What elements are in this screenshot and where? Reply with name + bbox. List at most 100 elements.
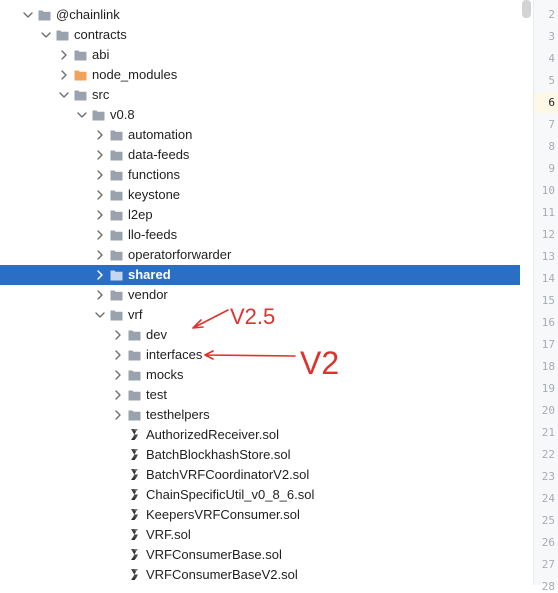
- line-number: 4: [548, 52, 555, 65]
- tree-folder-row[interactable]: vendor: [0, 285, 520, 305]
- chevron-right-icon[interactable]: [112, 389, 124, 401]
- line-number: 20: [541, 404, 555, 417]
- line-number: 13: [541, 250, 555, 263]
- chevron-down-icon[interactable]: [58, 89, 70, 101]
- line-number: 24: [541, 492, 555, 505]
- tree-folder-row[interactable]: v0.8: [0, 105, 520, 125]
- chevron-right-icon[interactable]: [94, 229, 106, 241]
- chevron-down-icon[interactable]: [22, 9, 34, 21]
- chevron-down-icon[interactable]: [40, 29, 52, 41]
- tree-file-row[interactable]: BatchBlockhashStore.sol: [0, 445, 520, 465]
- solidity-file-icon: [128, 548, 141, 560]
- tree-file-row[interactable]: VRFConsumerBaseV2.sol: [0, 565, 520, 585]
- folder-icon: [74, 49, 87, 61]
- chevron-down-icon[interactable]: [94, 309, 106, 321]
- tree-folder-row[interactable]: testhelpers: [0, 405, 520, 425]
- tree-file-row[interactable]: BatchVRFCoordinatorV2.sol: [0, 465, 520, 485]
- project-tree[interactable]: @chainlink contracts abi node_modulessrc v0.…: [0, 0, 520, 585]
- tree-folder-row[interactable]: interfaces: [0, 345, 520, 365]
- tree-folder-row[interactable]: node_modules: [0, 65, 520, 85]
- line-number: 2: [548, 8, 555, 21]
- tree-folder-row[interactable]: src: [0, 85, 520, 105]
- folder-icon: [92, 109, 105, 121]
- tree-folder-row[interactable]: llo-feeds: [0, 225, 520, 245]
- tree-item-label: node_modules: [92, 67, 178, 82]
- chevron-right-icon[interactable]: [112, 409, 124, 421]
- tree-folder-row[interactable]: keystone: [0, 185, 520, 205]
- vertical-scrollbar-thumb[interactable]: [522, 0, 531, 18]
- tree-folder-row[interactable]: functions: [0, 165, 520, 185]
- folder-icon: [110, 249, 123, 261]
- line-number: 5: [548, 74, 555, 87]
- tree-folder-row[interactable]: automation: [0, 125, 520, 145]
- tree-file-row[interactable]: VRF.sol: [0, 525, 520, 545]
- tree-item-label: llo-feeds: [128, 227, 178, 242]
- tree-item-label: test: [146, 387, 167, 402]
- tree-item-label: testhelpers: [146, 407, 210, 422]
- line-number: 28: [541, 580, 555, 593]
- folder-icon: [128, 369, 141, 381]
- tree-item-label: interfaces: [146, 347, 203, 362]
- tree-item-label: l2ep: [128, 207, 153, 222]
- tree-folder-row[interactable]: operatorforwarder: [0, 245, 520, 265]
- folder-icon: [110, 289, 123, 301]
- chevron-right-icon[interactable]: [112, 329, 124, 341]
- tree-item-label: BatchBlockhashStore.sol: [146, 447, 291, 462]
- tree-item-label: abi: [92, 47, 110, 62]
- tree-item-label: ChainSpecificUtil_v0_8_6.sol: [146, 487, 315, 502]
- chevron-right-icon[interactable]: [94, 189, 106, 201]
- chevron-right-icon[interactable]: [94, 269, 106, 281]
- folder-icon: [74, 89, 87, 101]
- tree-folder-row[interactable]: data-feeds: [0, 145, 520, 165]
- editor-line-gutter: 2 3 4 5 6 7 8 9 10 11 12 13 14 15 16 17 18 19 20 21 22 23 24 25…: [533, 0, 558, 593]
- chevron-right-icon[interactable]: [94, 129, 106, 141]
- chevron-right-icon[interactable]: [58, 69, 70, 81]
- annotation-label: V2: [300, 345, 340, 381]
- tree-folder-row[interactable]: l2ep: [0, 205, 520, 225]
- line-number: 21: [541, 426, 555, 439]
- line-number: 11: [541, 206, 555, 219]
- solidity-file-icon: [128, 448, 141, 460]
- tree-item-label: AuthorizedReceiver.sol: [146, 427, 279, 442]
- cutoff-row-fragment: [80, 0, 120, 4]
- chevron-right-icon[interactable]: [94, 209, 106, 221]
- tree-item-label: keystone: [128, 187, 181, 202]
- folder-icon: [74, 69, 87, 81]
- line-number: 14: [541, 272, 555, 285]
- chevron-right-icon[interactable]: [112, 349, 124, 361]
- tree-item-label: v0.8: [110, 107, 135, 122]
- tree-folder-row[interactable]: mocks: [0, 365, 520, 385]
- folder-icon: [110, 149, 123, 161]
- chevron-right-icon[interactable]: [58, 49, 70, 61]
- tree-file-row[interactable]: ChainSpecificUtil_v0_8_6.sol: [0, 485, 520, 505]
- tree-folder-row[interactable]: test: [0, 385, 520, 405]
- chevron-right-icon[interactable]: [94, 169, 106, 181]
- tree-item-label: VRFConsumerBaseV2.sol: [146, 567, 298, 582]
- tree-item-label: VRFConsumerBase.sol: [146, 547, 282, 562]
- tree-folder-row[interactable]: @chainlink: [0, 5, 520, 25]
- solidity-file-icon: [128, 428, 141, 440]
- tree-folder-row[interactable]: contracts: [0, 25, 520, 45]
- line-number: 16: [541, 316, 555, 329]
- annotation-label: V2.5: [230, 304, 276, 329]
- tree-folder-row[interactable]: shared: [0, 265, 520, 285]
- solidity-file-icon: [128, 488, 141, 500]
- tree-file-row[interactable]: AuthorizedReceiver.sol: [0, 425, 520, 445]
- tree-item-label: KeepersVRFConsumer.sol: [146, 507, 300, 522]
- folder-icon: [110, 269, 123, 281]
- chevron-down-icon[interactable]: [76, 109, 88, 121]
- solidity-file-icon: [128, 528, 141, 540]
- chevron-right-icon[interactable]: [94, 149, 106, 161]
- solidity-file-icon: [128, 508, 141, 520]
- tree-item-label: contracts: [74, 27, 127, 42]
- tree-folder-row[interactable]: abi: [0, 45, 520, 65]
- tree-item-label: src: [92, 87, 110, 102]
- tree-file-row[interactable]: KeepersVRFConsumer.sol: [0, 505, 520, 525]
- tree-file-row[interactable]: VRFConsumerBase.sol: [0, 545, 520, 565]
- line-number: 12: [541, 228, 555, 241]
- chevron-right-icon[interactable]: [94, 289, 106, 301]
- chevron-right-icon[interactable]: [112, 369, 124, 381]
- chevron-right-icon[interactable]: [94, 249, 106, 261]
- folder-icon: [128, 349, 141, 361]
- tree-item-label: mocks: [146, 367, 184, 382]
